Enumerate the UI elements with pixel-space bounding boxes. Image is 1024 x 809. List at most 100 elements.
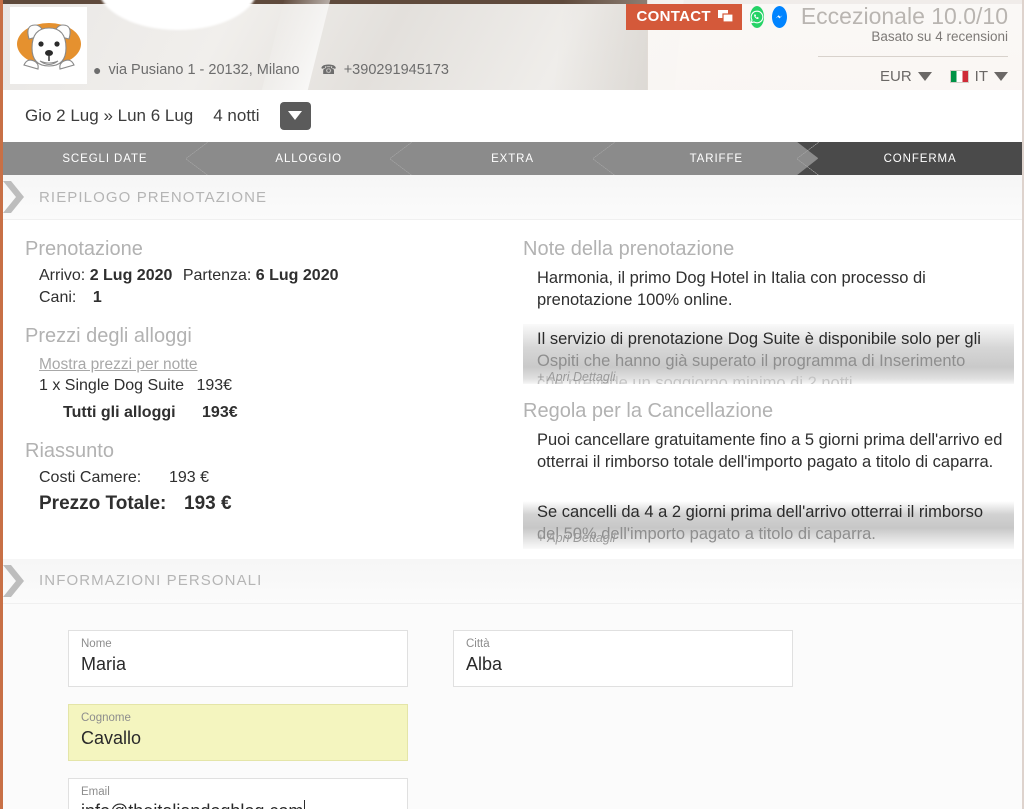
room-cost-row: Costi Camere: 193 € <box>25 469 523 487</box>
room-cost-label: Costi Camere: <box>39 469 142 486</box>
email-value: info@theitaliandogblog.com <box>81 800 303 809</box>
step-label: SCEGLI DATE <box>62 152 148 165</box>
text-cursor <box>304 800 306 809</box>
phone-text: +390291945173 <box>343 62 449 78</box>
header-photo-highlight <box>98 0 258 30</box>
lodging-total-row: Tutti gli alloggi 193€ <box>25 404 523 422</box>
note-open-details-link[interactable]: + Apri Dettagli <box>523 370 1014 384</box>
total-price-row: Prezzo Totale: 193 € <box>25 493 523 515</box>
total-price-value: 193 € <box>184 493 232 514</box>
form-field-grid: Nome Maria Città Alba Cognome Cavallo Em… <box>3 629 1022 809</box>
language-label: IT <box>974 68 988 85</box>
departure-value: 6 Lug 2020 <box>255 267 339 284</box>
date-dropdown-button[interactable] <box>279 101 311 130</box>
note-box-line-2: Ospiti che hanno già superato il program… <box>537 351 966 370</box>
step-label: TARIFFE <box>689 152 743 165</box>
rating-reviews-count: Basato su 4 recensioni <box>871 29 1008 45</box>
arrival-value: 2 Lug 2020 <box>89 267 173 284</box>
step-scegli-date[interactable]: SCEGLI DATE <box>3 142 208 175</box>
phone-icon: ☎ <box>320 62 337 77</box>
step-conferma[interactable]: CONFERMA <box>797 142 1022 175</box>
rating-score: Eccezionale 10.0/10 <box>800 3 1008 29</box>
summary-left-column: Prenotazione Arrivo: 2 Lug 2020 Partenza… <box>3 238 523 545</box>
citta-field[interactable]: Città Alba <box>453 629 793 687</box>
note-heading: Note della prenotazione <box>523 238 735 260</box>
prenotazione-heading: Prenotazione <box>25 238 143 260</box>
italy-flag-icon <box>949 70 969 83</box>
nome-label: Nome <box>81 637 112 650</box>
personal-info-form: Nome Maria Città Alba Cognome Cavallo Em… <box>3 603 1022 809</box>
lodging-total-price: 193€ <box>202 404 238 421</box>
cancellation-open-details-link[interactable]: + Apri Dettagli <box>523 531 1014 545</box>
step-tariffe[interactable]: TARIFFE <box>614 142 819 175</box>
nights-count-text: 4 notti <box>213 105 260 125</box>
cognome-field[interactable]: Cognome Cavallo <box>68 703 408 761</box>
header-right-panel: CONTACT Eccezionale 10.0/10 Basato su 4 … <box>625 0 1022 90</box>
language-selector[interactable]: IT <box>949 68 1008 85</box>
lodging-item-name: 1 x Single Dog Suite <box>39 377 184 394</box>
cognome-label: Cognome <box>81 711 131 724</box>
chevron-down-icon <box>288 111 303 120</box>
dogs-label: Cani: <box>39 289 77 306</box>
address-text: via Pusiano 1 - 20132, Milano <box>108 62 300 78</box>
step-alloggio[interactable]: ALLOGGIO <box>206 142 412 175</box>
rating-block: Eccezionale 10.0/10 Basato su 4 recensio… <box>800 3 1008 45</box>
cancellation-faded-line-1: Se cancelli da 4 a 2 giorni prima dell'a… <box>537 502 984 521</box>
note-paragraph: Harmonia, il primo Dog Hotel in Italia c… <box>537 269 926 310</box>
chevron-down-icon <box>994 72 1008 81</box>
arrival-departure-row: Arrivo: 2 Lug 2020 Partenza: 6 Lug 2020 <box>25 267 523 285</box>
dog-logo-icon <box>16 22 81 70</box>
chat-bubble-icon <box>717 10 733 23</box>
cancellation-paragraph: Puoi cancellare gratuitamente fino a 5 g… <box>537 430 1003 471</box>
header-actions-row: CONTACT Eccezionale 10.0/10 Basato su 4 … <box>625 3 1008 45</box>
date-summary-bar: Gio 2 Lug » Lun 6 Lug 4 notti <box>3 90 1022 142</box>
header-divider <box>818 56 1008 57</box>
location-pin-icon: ● <box>93 62 102 78</box>
header-locale-row: EUR IT <box>880 68 1008 85</box>
lodging-line-item: 1 x Single Dog Suite 193€ <box>25 377 523 395</box>
show-per-night-link[interactable]: Mostra prezzi per notte <box>25 356 198 374</box>
header-contact-info: ● via Pusiano 1 - 20132, Milano ☎ +39029… <box>93 62 449 78</box>
dogs-value: 1 <box>92 289 102 306</box>
note-box-line-1: Il servizio di prenotazione Dog Suite è … <box>537 329 981 348</box>
citta-value: Alba <box>466 653 503 674</box>
arrival-label: Arrivo: <box>39 267 86 284</box>
summary-section-header: RIEPILOGO PRENOTAZIONE <box>3 175 1022 220</box>
messenger-glyph <box>772 9 787 24</box>
site-logo[interactable] <box>10 7 87 84</box>
chevron-right-icon <box>3 181 24 213</box>
step-label: ALLOGGIO <box>275 152 343 165</box>
site-header: ● via Pusiano 1 - 20132, Milano ☎ +39029… <box>3 0 1022 90</box>
email-field[interactable]: Email info@theitaliandogblog.com <box>68 777 408 809</box>
chevron-down-icon <box>917 72 932 81</box>
currency-selector[interactable]: EUR <box>880 68 932 85</box>
citta-label: Città <box>466 637 490 650</box>
contact-button[interactable]: CONTACT <box>625 4 742 31</box>
currency-label: EUR <box>879 68 912 85</box>
cancellazione-heading: Regola per la Cancellazione <box>523 399 774 422</box>
departure-label: Partenza: <box>182 267 252 284</box>
total-price-label: Prezzo Totale: <box>39 493 167 514</box>
step-extra[interactable]: EXTRA <box>410 142 616 175</box>
nome-field[interactable]: Nome Maria <box>68 629 408 687</box>
cognome-value: Cavallo <box>81 727 142 748</box>
cancellation-faded-line-3: Se cancelli 1 giorno prima dell'arrivo o… <box>537 545 1014 549</box>
personal-section-header: INFORMAZIONI PERSONALI <box>3 558 1022 604</box>
booking-step-bar: SCEGLI DATE ALLOGGIO EXTRA TARIFFE CONFE… <box>3 142 1022 175</box>
summary-section-title: RIEPILOGO PRENOTAZIONE <box>39 188 268 206</box>
nome-value: Maria <box>81 653 127 674</box>
browser-viewport: ● via Pusiano 1 - 20132, Milano ☎ +39029… <box>0 0 1024 809</box>
date-range-text[interactable]: Gio 2 Lug » Lun 6 Lug <box>25 106 193 126</box>
riassunto-heading: Riassunto <box>25 440 114 462</box>
whatsapp-icon[interactable] <box>749 6 764 28</box>
whatsapp-glyph <box>750 10 764 24</box>
room-cost-value: 193 € <box>169 469 210 486</box>
chevron-right-icon <box>3 564 24 597</box>
booking-summary: Prenotazione Arrivo: 2 Lug 2020 Partenza… <box>3 220 1022 559</box>
lodging-item-price: 193€ <box>196 377 233 394</box>
messenger-icon[interactable] <box>771 6 787 28</box>
personal-section-title: INFORMAZIONI PERSONALI <box>39 572 263 590</box>
email-label: Email <box>81 785 110 798</box>
contact-button-label: CONTACT <box>636 8 711 25</box>
step-label: EXTRA <box>491 152 534 165</box>
